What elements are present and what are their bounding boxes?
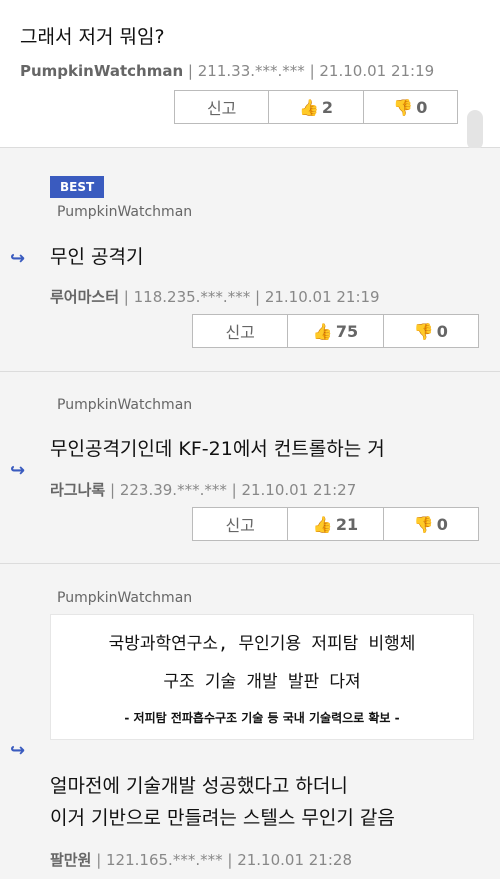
- comment-text: 그래서 저거 뭐임?: [20, 26, 165, 48]
- comment-ip: 211.33.***.***: [197, 62, 305, 80]
- reply-arrow-icon: ↪: [10, 248, 26, 269]
- upvote-button[interactable]: 👍 21: [288, 508, 384, 540]
- thumbs-down-icon: 👎: [413, 514, 434, 534]
- downvote-count: 0: [436, 321, 448, 341]
- downvote-button[interactable]: 👎 0: [384, 315, 478, 347]
- reply-mention[interactable]: PumpkinWatchman: [57, 590, 192, 606]
- comment-ip: 223.39.***.***: [119, 481, 227, 499]
- comment-1: 그래서 저거 뭐임? PumpkinWatchman | 211.33.***.…: [0, 0, 500, 150]
- report-button[interactable]: 신고: [193, 315, 289, 347]
- downvote-count: 0: [436, 514, 448, 534]
- report-button[interactable]: 신고: [175, 91, 270, 123]
- comment-meta: 라그나록 | 223.39.***.*** | 21.10.01 21:27: [50, 481, 357, 499]
- comment-ip: 118.235.***.***: [133, 288, 251, 306]
- upvote-count: 21: [335, 514, 359, 534]
- reply-arrow-icon: ↪: [10, 460, 26, 481]
- comment-text-line-1: 얼마전에 기술개발 성공했다고 하더니: [50, 775, 348, 797]
- upvote-count: 2: [321, 97, 334, 117]
- headline-line-2: 구조 기술 개발 발판 다져: [163, 672, 361, 692]
- downvote-button[interactable]: 👎 0: [364, 91, 457, 123]
- report-button[interactable]: 신고: [193, 508, 289, 540]
- thumbs-down-icon: 👎: [413, 321, 434, 341]
- comment-author[interactable]: 팔만원: [50, 851, 91, 869]
- vote-bar: 신고 👍 21 👎 0: [192, 507, 479, 541]
- thumbs-up-icon: 👍: [312, 514, 333, 534]
- comment-text-line-2: 이거 기반으로 만들려는 스텔스 무인기 같음: [50, 807, 395, 829]
- downvote-count: 0: [416, 97, 428, 117]
- reply-arrow-icon: ↪: [10, 740, 26, 761]
- comment-ip: 121.165.***.***: [106, 851, 223, 869]
- comment-date: 21.10.01 21:19: [264, 288, 380, 306]
- best-badge: BEST: [50, 176, 105, 198]
- comment-date: 21.10.01 21:28: [237, 851, 352, 869]
- comment-author[interactable]: PumpkinWatchman: [20, 62, 183, 80]
- headline-subtitle: - 저피탐 전파흡수구조 기술 등 국내 기술력으로 확보 -: [124, 711, 400, 725]
- comment-author[interactable]: 라그나록: [50, 481, 105, 499]
- scroll-handle[interactable]: [467, 110, 483, 150]
- downvote-button[interactable]: 👎 0: [384, 508, 478, 540]
- comment-meta: PumpkinWatchman | 211.33.***.*** | 21.10…: [20, 62, 435, 80]
- news-headline-image: 국방과학연구소, 무인기용 저피탐 비행체 구조 기술 개발 발판 다져 - 저…: [50, 614, 474, 740]
- thumbs-up-icon: 👍: [312, 321, 333, 341]
- upvote-button[interactable]: 👍 2: [269, 91, 364, 123]
- reply-mention[interactable]: PumpkinWatchman: [57, 204, 192, 220]
- reply-mention[interactable]: PumpkinWatchman: [57, 397, 192, 413]
- vote-bar: 신고 👍 75 👎 0: [192, 314, 479, 348]
- upvote-count: 75: [335, 321, 359, 341]
- thumbs-down-icon: 👎: [393, 97, 414, 117]
- comment-text: 무인공격기인데 KF-21에서 컨트롤하는 거: [50, 438, 385, 460]
- comment-meta: 루어마스터 | 118.235.***.*** | 21.10.01 21:19: [50, 288, 380, 306]
- vote-bar: 신고 👍 2 👎 0: [174, 90, 458, 124]
- thumbs-up-icon: 👍: [298, 97, 319, 117]
- comment-text: 무인 공격기: [50, 246, 144, 268]
- comment-author[interactable]: 루어마스터: [50, 288, 119, 306]
- comment-date: 21.10.01 21:27: [241, 481, 357, 499]
- comment-meta: 팔만원 | 121.165.***.*** | 21.10.01 21:28: [50, 851, 352, 869]
- headline-line-1: 국방과학연구소, 무인기용 저피탐 비행체: [108, 634, 416, 654]
- upvote-button[interactable]: 👍 75: [288, 315, 384, 347]
- comment-date: 21.10.01 21:19: [319, 62, 435, 80]
